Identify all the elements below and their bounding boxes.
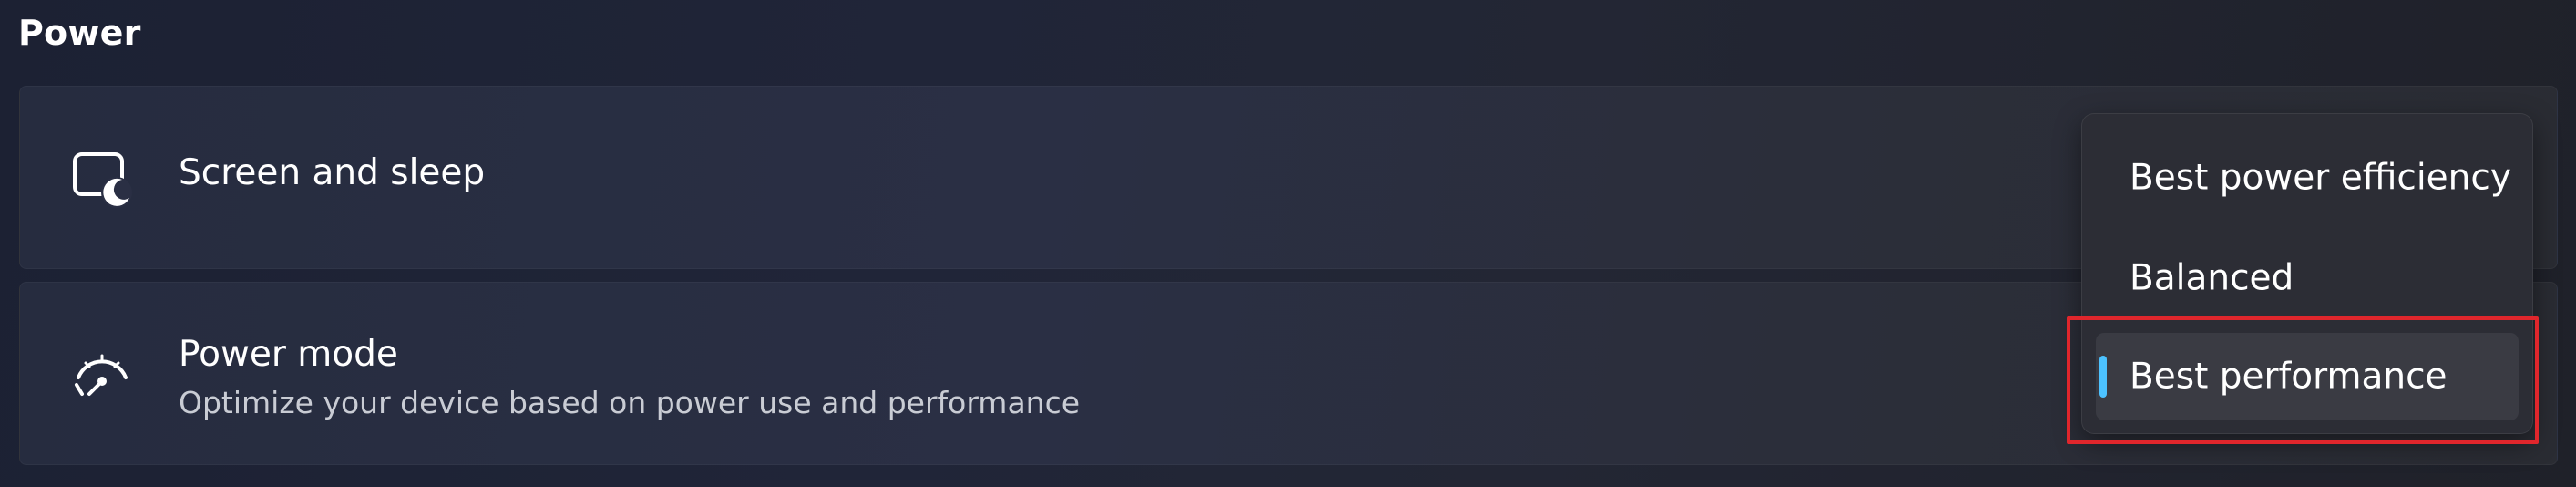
menu-option-best-power-efficiency[interactable]: Best power efficiency — [2096, 134, 2519, 222]
screen-sleep-icon — [66, 141, 139, 214]
section-title: Power — [18, 13, 141, 53]
power-mode-description: Optimize your device based on power use … — [179, 385, 1081, 420]
power-mode-title: Power mode — [179, 334, 398, 375]
menu-option-label: Best power efficiency — [2130, 157, 2511, 199]
screen-and-sleep-title: Screen and sleep — [179, 152, 486, 193]
menu-option-label: Balanced — [2130, 257, 2294, 299]
power-mode-gauge-icon — [66, 337, 139, 410]
highlight-outline — [2067, 316, 2539, 444]
menu-option-balanced[interactable]: Balanced — [2096, 234, 2519, 322]
